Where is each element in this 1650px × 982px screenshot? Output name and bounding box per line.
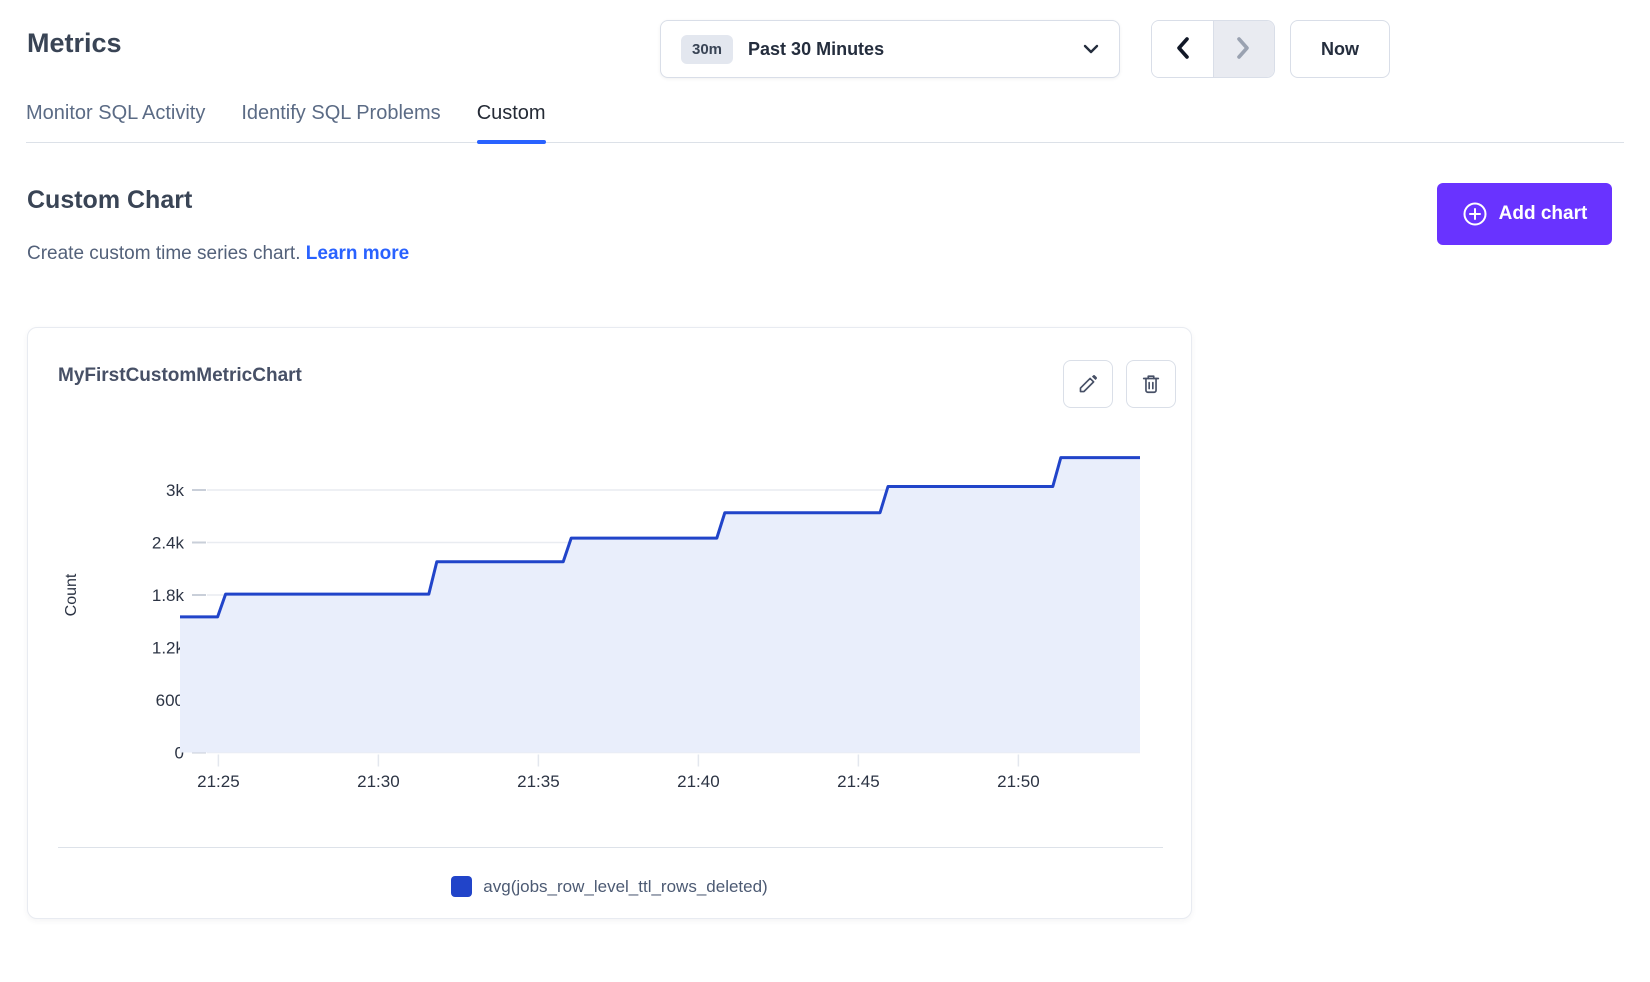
x-tick-label: 21:40 xyxy=(677,772,720,791)
tab-custom[interactable]: Custom xyxy=(477,102,546,142)
x-tick-label: 21:45 xyxy=(837,772,880,791)
chevron-right-icon xyxy=(1236,36,1251,63)
time-range-label: Past 30 Minutes xyxy=(748,39,884,60)
chevron-left-icon xyxy=(1175,36,1190,63)
custom-chart-card: MyFirstCustomMetricChart 06001.2k1.8k2.4… xyxy=(27,327,1192,919)
y-tick-label: 2.4k xyxy=(152,534,185,553)
y-axis-title: Count xyxy=(63,573,80,616)
legend-item[interactable]: avg(jobs_row_level_ttl_rows_deleted) xyxy=(28,876,1191,897)
trash-icon xyxy=(1140,373,1162,395)
legend-swatch xyxy=(451,876,472,897)
subtitle-text: Create custom time series chart. xyxy=(27,243,300,264)
add-chart-label: Add chart xyxy=(1499,203,1588,225)
section-subtitle: Create custom time series chart. Learn m… xyxy=(27,243,409,265)
series-area xyxy=(180,458,1140,753)
y-tick-label: 1.8k xyxy=(152,586,185,605)
chevron-down-icon xyxy=(1083,44,1099,54)
custom-chart-canvas: 06001.2k1.8k2.4k3k21:2521:3021:3521:4021… xyxy=(28,408,1193,808)
section-heading: Custom Chart xyxy=(27,186,192,215)
add-chart-button[interactable]: Add chart xyxy=(1437,183,1612,245)
page-title: Metrics xyxy=(27,28,122,59)
learn-more-link[interactable]: Learn more xyxy=(306,243,409,264)
y-tick-label: 1.2k xyxy=(152,639,185,658)
y-tick-label: 3k xyxy=(166,481,184,500)
x-tick-label: 21:50 xyxy=(997,772,1040,791)
x-tick-label: 21:25 xyxy=(197,772,240,791)
prev-time-button[interactable] xyxy=(1152,21,1213,77)
chart-title: MyFirstCustomMetricChart xyxy=(58,365,302,387)
next-time-button[interactable] xyxy=(1213,21,1275,77)
x-tick-label: 21:35 xyxy=(517,772,560,791)
now-button[interactable]: Now xyxy=(1290,20,1390,78)
time-step-group xyxy=(1151,20,1275,78)
tab-identify-sql-problems[interactable]: Identify SQL Problems xyxy=(241,102,440,142)
time-range-dropdown[interactable]: 30m Past 30 Minutes xyxy=(660,20,1120,78)
x-tick-label: 21:30 xyxy=(357,772,400,791)
edit-chart-button[interactable] xyxy=(1063,360,1113,408)
metrics-page: Metrics 30m Past 30 Minutes Now Monitor … xyxy=(0,0,1650,982)
legend-label: avg(jobs_row_level_ttl_rows_deleted) xyxy=(483,877,767,897)
delete-chart-button[interactable] xyxy=(1126,360,1176,408)
tab-bar: Monitor SQL Activity Identify SQL Proble… xyxy=(26,102,1624,143)
pencil-icon xyxy=(1077,373,1099,395)
time-range-badge: 30m xyxy=(681,35,733,64)
legend-divider xyxy=(58,847,1163,848)
plus-circle-icon xyxy=(1462,201,1488,227)
y-tick-label: 600 xyxy=(156,691,184,710)
tab-monitor-sql-activity[interactable]: Monitor SQL Activity xyxy=(26,102,205,142)
